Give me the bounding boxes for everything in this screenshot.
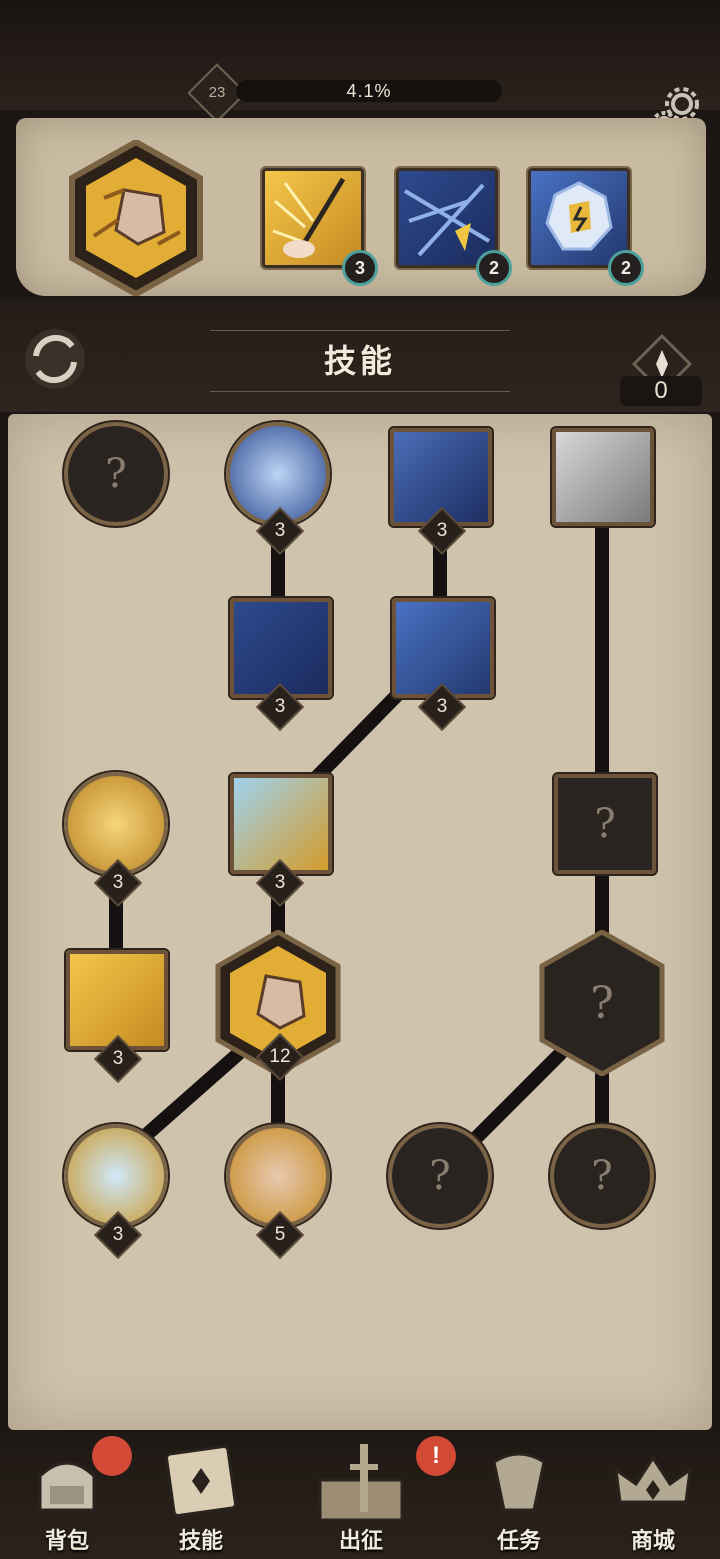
nav-label: 商城 — [630, 1528, 675, 1553]
skill-points-value: 0 — [620, 376, 702, 406]
skill-book-icon — [165, 1445, 237, 1517]
nav-item-quests[interactable]: 任务 — [464, 1440, 574, 1559]
backpack-alert-icon — [92, 1436, 132, 1476]
skill-node-locked[interactable]: ? — [554, 774, 656, 874]
equipped-skills-panel: 3 2 2 — [16, 118, 706, 296]
level-value: 23 — [208, 84, 226, 101]
skill-tree-panel: ? 3 3 3 3 3 3 ? 3 12 ? 3 5 ? ? — [8, 414, 712, 1430]
skill-node-locked[interactable]: ? — [64, 422, 168, 526]
nav-label: 任务 — [496, 1528, 541, 1553]
locked-question-icon: ? — [591, 1153, 613, 1199]
page-title: 技能 — [210, 330, 510, 392]
nav-item-shop[interactable]: 商城 — [598, 1440, 708, 1559]
locked-question-icon: ? — [594, 801, 616, 847]
sword-map-icon — [318, 1444, 404, 1522]
locked-question-icon: ? — [590, 978, 614, 1029]
equipped-count-3: 2 — [608, 250, 644, 286]
nav-label: 背包 — [44, 1528, 89, 1553]
progress-text: 4.1% — [346, 81, 392, 101]
skill-node-locked[interactable]: ? — [550, 1124, 654, 1228]
reset-refresh-icon[interactable] — [22, 326, 88, 392]
tree-connectors — [109, 517, 609, 1151]
locked-question-icon: ? — [429, 1153, 451, 1199]
expedition-alert-icon: ! — [416, 1436, 456, 1476]
skill-node-locked[interactable]: ? — [388, 1124, 492, 1228]
equipped-count-2: 2 — [476, 250, 512, 286]
crown-shop-icon — [614, 1455, 692, 1504]
nav-item-skills[interactable]: 技能 — [146, 1440, 256, 1559]
skill-node-grey-crystal[interactable] — [552, 428, 654, 526]
locked-question-icon: ? — [105, 451, 127, 497]
main-skill-hexagon[interactable] — [68, 140, 204, 296]
nav-label: 技能 — [178, 1528, 223, 1553]
skill-node-locked-hexagon[interactable]: ? — [538, 930, 666, 1076]
nav-label: 出征 — [338, 1528, 383, 1553]
equipped-count-1: 3 — [342, 250, 378, 286]
scroll-quest-icon — [492, 1452, 546, 1512]
nav-item-expedition[interactable]: 出征 — [306, 1440, 416, 1559]
